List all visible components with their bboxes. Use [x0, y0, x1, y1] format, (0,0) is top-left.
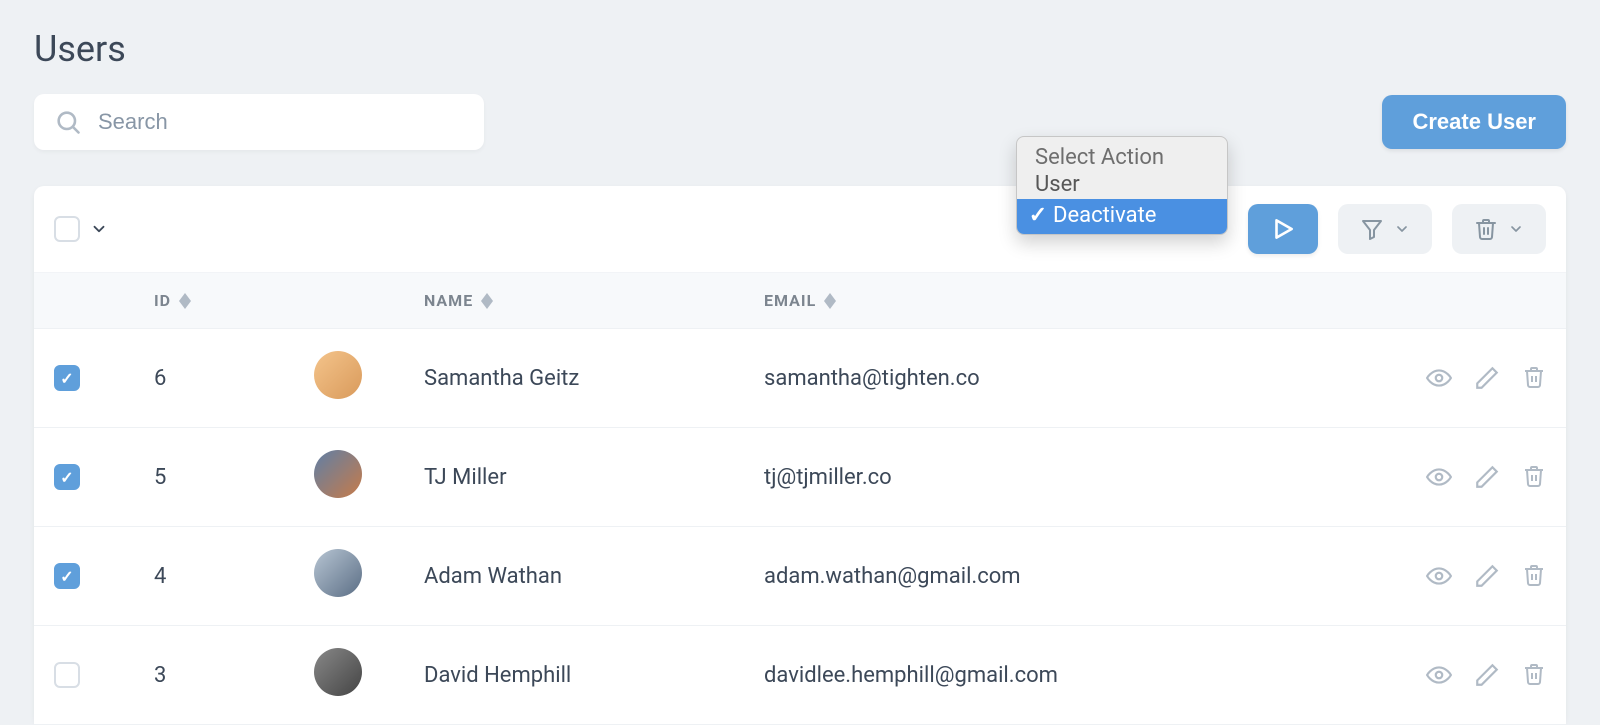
sort-icon: [481, 293, 493, 309]
cell-email: samantha@tighten.co: [764, 366, 1366, 391]
cell-email: adam.wathan@gmail.com: [764, 564, 1366, 589]
column-header-name-label: Name: [424, 291, 473, 310]
cell-id: 5: [154, 465, 314, 490]
table-row: 4 Adam Wathan adam.wathan@gmail.com: [34, 527, 1566, 626]
eye-icon: [1426, 464, 1452, 490]
action-option-deactivate[interactable]: ✓ Deactivate: [1017, 199, 1227, 234]
select-all-checkbox[interactable]: [54, 216, 80, 242]
search-input[interactable]: [34, 94, 484, 150]
cell-name: TJ Miller: [424, 465, 764, 490]
pencil-icon: [1474, 464, 1500, 490]
filter-icon: [1360, 217, 1384, 241]
filter-button[interactable]: [1338, 204, 1432, 254]
column-header-email[interactable]: Email: [764, 291, 1366, 310]
avatar: [314, 648, 362, 696]
row-checkbox[interactable]: [54, 662, 80, 688]
trash-icon: [1522, 662, 1546, 686]
row-checkbox[interactable]: [54, 365, 80, 391]
trash-icon: [1522, 365, 1546, 389]
view-button[interactable]: [1426, 464, 1452, 490]
delete-row-button[interactable]: [1522, 464, 1546, 490]
column-header-name[interactable]: Name: [424, 291, 764, 310]
edit-button[interactable]: [1474, 365, 1500, 391]
table-row: 5 TJ Miller tj@tjmiller.co: [34, 428, 1566, 527]
action-option-label: Deactivate: [1053, 203, 1156, 228]
run-action-button[interactable]: [1248, 204, 1318, 254]
cell-id: 4: [154, 564, 314, 589]
row-checkbox[interactable]: [54, 563, 80, 589]
pencil-icon: [1474, 563, 1500, 589]
users-card: Select Action User ✓ Deactivate: [34, 186, 1566, 725]
trash-icon: [1474, 217, 1498, 241]
toolbar: Select Action User ✓ Deactivate: [34, 186, 1566, 273]
view-button[interactable]: [1426, 365, 1452, 391]
avatar: [314, 450, 362, 498]
cell-name: Adam Wathan: [424, 564, 764, 589]
trash-icon: [1522, 464, 1546, 488]
search-icon: [54, 108, 82, 136]
row-checkbox[interactable]: [54, 464, 80, 490]
delete-button[interactable]: [1452, 204, 1546, 254]
cell-email: tj@tjmiller.co: [764, 465, 1366, 490]
avatar: [314, 549, 362, 597]
cell-id: 3: [154, 663, 314, 688]
search-field-wrap: [34, 94, 484, 150]
delete-row-button[interactable]: [1522, 365, 1546, 391]
chevron-down-icon: [1394, 221, 1410, 237]
page-title: Users: [34, 28, 1566, 70]
view-button[interactable]: [1426, 662, 1452, 688]
sort-icon: [179, 293, 191, 309]
sort-icon: [824, 293, 836, 309]
check-icon: ✓: [1027, 203, 1049, 228]
create-user-button[interactable]: Create User: [1382, 95, 1566, 149]
action-select-dropdown[interactable]: Select Action User ✓ Deactivate: [1016, 136, 1228, 235]
cell-name: David Hemphill: [424, 663, 764, 688]
chevron-down-icon: [1508, 221, 1524, 237]
action-select-placeholder: Select Action: [1017, 137, 1227, 170]
select-all-menu-toggle[interactable]: [90, 220, 108, 238]
table-row: 6 Samantha Geitz samantha@tighten.co: [34, 329, 1566, 428]
column-header-id-label: ID: [154, 291, 171, 310]
delete-row-button[interactable]: [1522, 563, 1546, 589]
edit-button[interactable]: [1474, 662, 1500, 688]
edit-button[interactable]: [1474, 464, 1500, 490]
pencil-icon: [1474, 365, 1500, 391]
column-header-email-label: Email: [764, 291, 816, 310]
cell-email: davidlee.hemphill@gmail.com: [764, 663, 1366, 688]
eye-icon: [1426, 662, 1452, 688]
delete-row-button[interactable]: [1522, 662, 1546, 688]
play-icon: [1270, 216, 1296, 242]
table-row: 3 David Hemphill davidlee.hemphill@gmail…: [34, 626, 1566, 725]
eye-icon: [1426, 365, 1452, 391]
avatar: [314, 351, 362, 399]
action-select[interactable]: Select Action User ✓ Deactivate: [1018, 204, 1228, 254]
table-header: ID Name Email: [34, 273, 1566, 329]
cell-name: Samantha Geitz: [424, 366, 764, 391]
edit-button[interactable]: [1474, 563, 1500, 589]
column-header-id[interactable]: ID: [154, 291, 314, 310]
eye-icon: [1426, 563, 1452, 589]
pencil-icon: [1474, 662, 1500, 688]
cell-id: 6: [154, 366, 314, 391]
view-button[interactable]: [1426, 563, 1452, 589]
action-select-group: User: [1017, 170, 1227, 199]
trash-icon: [1522, 563, 1546, 587]
